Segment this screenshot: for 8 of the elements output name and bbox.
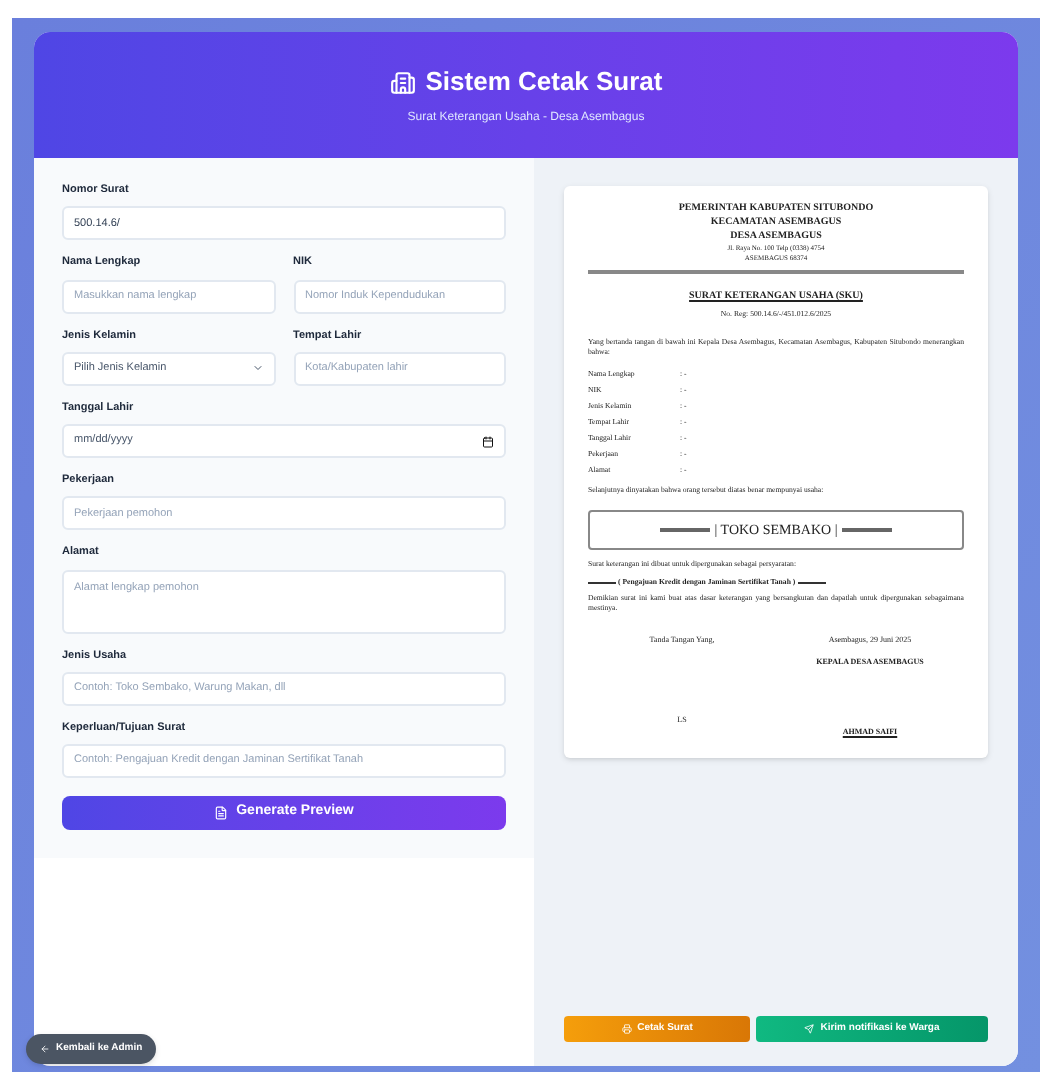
arrow-left-icon bbox=[40, 1044, 50, 1054]
document-icon bbox=[214, 806, 229, 820]
chevron-down-icon bbox=[251, 362, 263, 375]
page-title: Sistem Cetak Surat bbox=[425, 64, 663, 101]
printer-icon bbox=[621, 1024, 632, 1034]
calendar-icon bbox=[482, 435, 494, 447]
send-icon bbox=[804, 1024, 815, 1034]
building-icon bbox=[389, 69, 416, 95]
